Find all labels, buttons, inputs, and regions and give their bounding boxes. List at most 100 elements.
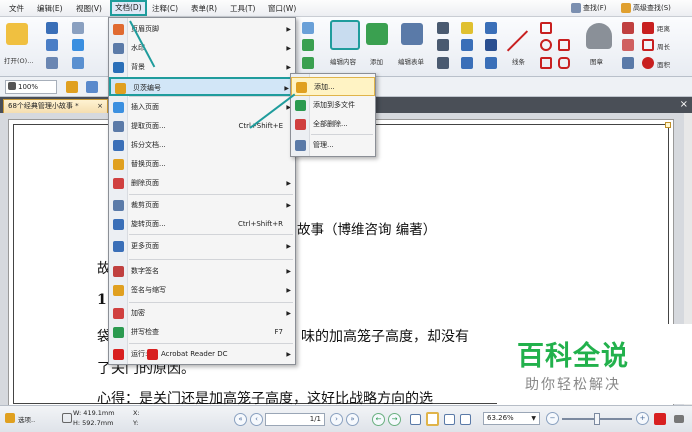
layout-icon[interactable] — [86, 81, 98, 93]
edit-form-label[interactable]: 编辑表单 — [398, 56, 424, 66]
rectangle-icon[interactable] — [540, 57, 552, 69]
next-page-button[interactable]: › — [330, 413, 343, 426]
menu-window[interactable]: 窗口(W) — [265, 2, 299, 15]
zoom-in-button[interactable]: + — [636, 412, 649, 425]
area-label[interactable]: 面积 — [657, 59, 670, 69]
ellipse-icon[interactable] — [540, 39, 552, 51]
menu-file[interactable]: 文件 — [6, 2, 27, 15]
page-number-input[interactable]: 1/1 — [265, 413, 325, 426]
bates-menu-item[interactable]: 添加... — [291, 77, 375, 96]
pen-icon[interactable] — [485, 39, 497, 51]
line-label[interactable]: 线条 — [512, 56, 525, 66]
zoom-combobox[interactable]: 100% — [5, 80, 57, 94]
new-icon[interactable] — [46, 57, 58, 69]
stamp-tool-icon[interactable] — [485, 22, 497, 34]
stamp-icon[interactable] — [586, 23, 612, 49]
edit-content-icon[interactable] — [330, 20, 360, 50]
document-menu-item[interactable]: 拆分文档... — [109, 136, 295, 155]
document-menu-item[interactable]: 旋转页面... Ctrl+Shift+R — [109, 215, 295, 234]
document-menu-item[interactable]: 签名与缩写 ▶ — [109, 281, 295, 300]
zoom-in-icon[interactable] — [302, 22, 314, 34]
measure-icon[interactable] — [622, 57, 634, 69]
bates-menu-item[interactable]: 全部删除... — [291, 115, 375, 134]
options-icon[interactable] — [5, 413, 15, 423]
document-menu-item[interactable]: 数字签名 ▶ — [109, 262, 295, 281]
back-button[interactable]: ← — [372, 413, 385, 426]
perimeter-label[interactable]: 周长 — [657, 41, 670, 51]
document-menu-item[interactable]: 贝茨编号 ▶ — [109, 77, 295, 96]
document-menu-item[interactable]: 裁剪页面 ▶ — [109, 196, 295, 215]
edit-form-icon[interactable] — [401, 23, 423, 45]
field-icon[interactable] — [437, 39, 449, 51]
add-label[interactable]: 添加 — [370, 56, 383, 66]
tab-close-icon[interactable]: × — [97, 100, 103, 113]
menu-form[interactable]: 表单(R) — [188, 2, 220, 15]
list-icon[interactable] — [437, 57, 449, 69]
add-icon[interactable] — [366, 23, 388, 45]
rotate-icon[interactable] — [302, 39, 314, 51]
underline-icon[interactable] — [461, 39, 473, 51]
zoom-out-button[interactable]: − — [546, 412, 559, 425]
polygon-icon[interactable] — [558, 39, 570, 51]
document-menu-item[interactable]: 替换页面... — [109, 155, 295, 174]
prev-page-button[interactable]: ‹ — [250, 413, 263, 426]
document-menu-item[interactable]: 更多页面 ▶ — [109, 237, 295, 256]
save-icon[interactable] — [46, 22, 58, 34]
document-tab[interactable]: 68个经典管理小故事 * × — [3, 99, 108, 113]
single-page-icon[interactable] — [410, 414, 421, 425]
search-button[interactable]: 查找(F) — [571, 2, 623, 15]
scan-icon[interactable] — [72, 57, 84, 69]
acrobat-icon[interactable] — [654, 413, 666, 425]
document-menu-item[interactable]: 提取页面... Ctrl+Shift+E — [109, 117, 295, 136]
selection-handle[interactable] — [665, 122, 671, 128]
share-icon[interactable] — [72, 39, 84, 51]
color-icon[interactable] — [66, 81, 78, 93]
open-label[interactable]: 打开(O)... — [4, 55, 33, 65]
menu-comment[interactable]: 注释(C) — [149, 2, 181, 15]
document-menu-item[interactable]: 水印 ▶ — [109, 39, 295, 58]
page-height: H: 592.7mm — [73, 419, 114, 427]
document-menu-item[interactable]: 拼写检查 F7 — [109, 323, 295, 342]
facing-page-icon[interactable] — [444, 414, 455, 425]
bates-menu-item[interactable]: 管理... — [291, 136, 375, 155]
first-page-button[interactable]: « — [234, 413, 247, 426]
cloud-icon[interactable] — [558, 57, 570, 69]
edit-content-label[interactable]: 编辑内容 — [330, 56, 356, 66]
fit-page-icon[interactable] — [460, 414, 471, 425]
print-icon[interactable] — [46, 39, 58, 51]
highlight-icon[interactable] — [461, 22, 473, 34]
arrow-shape-icon[interactable] — [540, 22, 552, 34]
refresh-icon[interactable] — [302, 57, 314, 69]
close-all-icon[interactable]: × — [680, 99, 688, 111]
continuous-page-icon[interactable] — [426, 412, 439, 426]
menu-document[interactable]: 文档(D) — [110, 0, 147, 16]
pencil-icon[interactable] — [622, 22, 634, 34]
open-folder-icon[interactable] — [6, 23, 28, 45]
zoom-slider-thumb[interactable] — [594, 413, 600, 425]
area-icon[interactable] — [642, 57, 654, 69]
document-menu-item[interactable]: 删除页面 ▶ — [109, 174, 295, 193]
email-icon[interactable] — [72, 22, 84, 34]
last-page-button[interactable]: » — [346, 413, 359, 426]
menu-edit[interactable]: 编辑(E) — [34, 2, 66, 15]
bates-menu-item[interactable]: 添加到多文件 — [291, 96, 375, 115]
chevron-down-icon[interactable]: ▼ — [531, 413, 536, 424]
distance-icon[interactable] — [642, 22, 654, 34]
text-box-icon[interactable] — [437, 22, 449, 34]
more-icon[interactable] — [674, 415, 684, 423]
document-menu-item[interactable]: 加密 ▶ — [109, 304, 295, 323]
menu-tools[interactable]: 工具(T) — [227, 2, 258, 15]
document-menu-item[interactable]: 背景 ▶ — [109, 58, 295, 77]
stamp-label[interactable]: 图章 — [590, 56, 603, 66]
perimeter-icon[interactable] — [642, 39, 654, 51]
options-label[interactable]: 选项.. — [18, 414, 35, 424]
eraser-icon[interactable] — [622, 39, 634, 51]
strike-icon[interactable] — [461, 57, 473, 69]
menu-view[interactable]: 视图(V) — [73, 2, 105, 15]
distance-label[interactable]: 距离 — [657, 23, 670, 33]
document-menu-item[interactable]: 运行: Acrobat Reader DC ▶ — [109, 345, 295, 364]
forward-button[interactable]: → — [388, 413, 401, 426]
advanced-search-button[interactable]: 高级查找(S) — [621, 2, 692, 15]
sound-icon[interactable] — [485, 57, 497, 69]
zoom-level-box[interactable]: 63.26% ▼ — [483, 412, 540, 425]
